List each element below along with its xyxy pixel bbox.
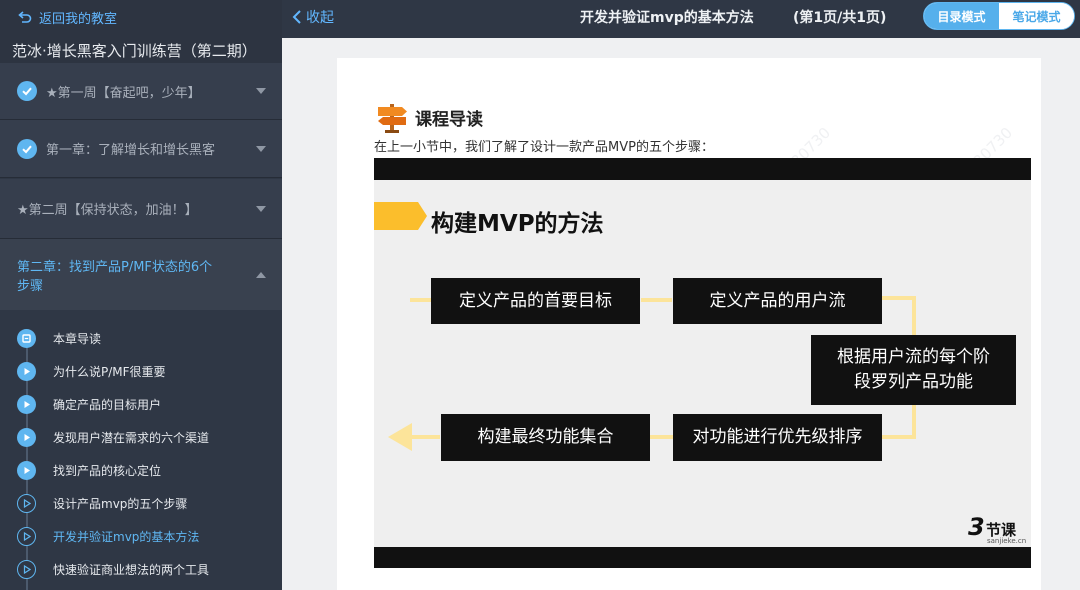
flow-step: 构建最终功能集合 <box>441 414 650 461</box>
lesson-label: 确定产品的目标用户 <box>53 398 162 412</box>
flow-step: 定义产品的用户流 <box>673 278 882 324</box>
play-icon <box>17 461 36 480</box>
play-icon <box>17 494 36 513</box>
section-label: ★第二周【保持状态，加油！】 <box>17 203 198 218</box>
back-link-label: 返回我的教室 <box>39 11 118 27</box>
sanjieke-logo-number: 3 <box>968 513 985 541</box>
lesson-item[interactable]: 确定产品的目标用户 <box>0 388 282 421</box>
lesson-label: 设计产品mvp的五个步骤 <box>53 497 188 511</box>
sanjieke-logo-url: sanjieke.cn <box>987 537 1027 545</box>
chevron-left-icon <box>292 8 304 26</box>
section-week-2[interactable]: ★第二周【保持状态，加油！】 <box>0 179 282 239</box>
section-chapter-2[interactable]: 第二章：找到产品P/MF状态的6个步骤 <box>0 239 282 310</box>
lesson-slide-image: 构建MVP的方法 定义产品的首要目标 定义产品的用户流 根据用户流的每个阶段罗列… <box>374 158 1031 568</box>
play-icon <box>17 428 36 447</box>
play-icon <box>17 362 36 381</box>
check-circle-icon <box>17 138 37 159</box>
flow-step: 定义产品的首要目标 <box>431 278 640 324</box>
flow-step: 根据用户流的每个阶段罗列产品功能 <box>811 335 1016 405</box>
lesson-item[interactable]: 快速验证商业想法的两个工具 <box>0 553 282 586</box>
page-title: 开发并验证mvp的基本方法 <box>580 10 754 26</box>
lesson-label: 快速验证商业想法的两个工具 <box>53 563 210 577</box>
doc-icon <box>17 329 36 348</box>
play-icon <box>17 560 36 579</box>
page-count: (第1页/共1页) <box>793 10 887 26</box>
chevron-down-icon <box>256 88 266 94</box>
lesson-label: 找到产品的核心定位 <box>53 464 162 478</box>
flow-step: 对功能进行优先级排序 <box>673 414 882 461</box>
lesson-page: 30730 30730 课程导读 在上一小节中，我们了解了设计一款产品MVP的五… <box>337 58 1041 590</box>
lesson-item[interactable]: 为什么说P/MF很重要 <box>0 355 282 388</box>
return-arrow-icon <box>17 9 33 25</box>
lesson-list: 本章导读 为什么说P/MF很重要 确定产品的目标用户 发现用户潜在需求的六个渠道… <box>0 310 282 590</box>
lesson-label: 本章导读 <box>53 332 102 346</box>
lesson-item[interactable]: 设计产品mvp的五个步骤 <box>0 487 282 520</box>
chevron-up-icon <box>256 272 266 278</box>
play-icon <box>17 395 36 414</box>
lesson-label: 发现用户潜在需求的六个渠道 <box>53 431 210 445</box>
intro-text: 在上一小节中，我们了解了设计一款产品MVP的五个步骤： <box>374 140 714 155</box>
notes-mode-button[interactable]: 笔记模式 <box>999 3 1074 29</box>
active-section-label: 第二章：找到产品P/MF状态的6个步骤 <box>17 260 213 294</box>
back-to-classroom-link[interactable]: 返回我的教室 <box>17 8 118 27</box>
chevron-down-icon <box>256 145 266 152</box>
sidebar: 返回我的教室 范冰·增长黑客入门训练营（第二期） ★第一周【奋起吧，少年】 第一… <box>0 0 282 590</box>
signpost-icon <box>378 104 407 133</box>
top-bar: 收起 开发并验证mvp的基本方法 (第1页/共1页) 目录模式 笔记模式 <box>282 0 1080 38</box>
lesson-item[interactable]: 找到产品的核心定位 <box>0 454 282 487</box>
section-label: ★第一周【奋起吧，少年】 <box>46 85 201 101</box>
content-area: 30730 30730 课程导读 在上一小节中，我们了解了设计一款产品MVP的五… <box>282 38 1080 590</box>
chevron-down-icon <box>256 205 266 212</box>
lesson-item-current[interactable]: 开发并验证mvp的基本方法 <box>0 520 282 553</box>
lesson-label: 开发并验证mvp的基本方法 <box>53 530 200 544</box>
collapse-label: 收起 <box>306 10 334 26</box>
check-circle-icon <box>17 81 37 101</box>
mode-toggle: 目录模式 笔记模式 <box>923 2 1075 30</box>
section-label: 第一章：了解增长和增长黑客 <box>46 143 216 158</box>
collapse-button[interactable]: 收起 <box>292 7 334 27</box>
slide-title: 构建MVP的方法 <box>431 211 604 237</box>
catalog-mode-button[interactable]: 目录模式 <box>924 3 999 29</box>
slide-letterbox-bottom <box>374 547 1031 568</box>
section-chapter-1[interactable]: 第一章：了解增长和增长黑客 <box>0 120 282 178</box>
course-title: 范冰·增长黑客入门训练营（第二期） <box>12 42 257 60</box>
section-week-1[interactable]: ★第一周【奋起吧，少年】 <box>0 63 282 120</box>
lesson-item[interactable]: 本章导读 <box>0 322 282 355</box>
guide-heading: 课程导读 <box>375 100 483 134</box>
lesson-item[interactable]: 发现用户潜在需求的六个渠道 <box>0 421 282 454</box>
lesson-label: 为什么说P/MF很重要 <box>53 365 166 379</box>
play-icon <box>17 527 36 546</box>
guide-title: 课程导读 <box>415 109 483 130</box>
